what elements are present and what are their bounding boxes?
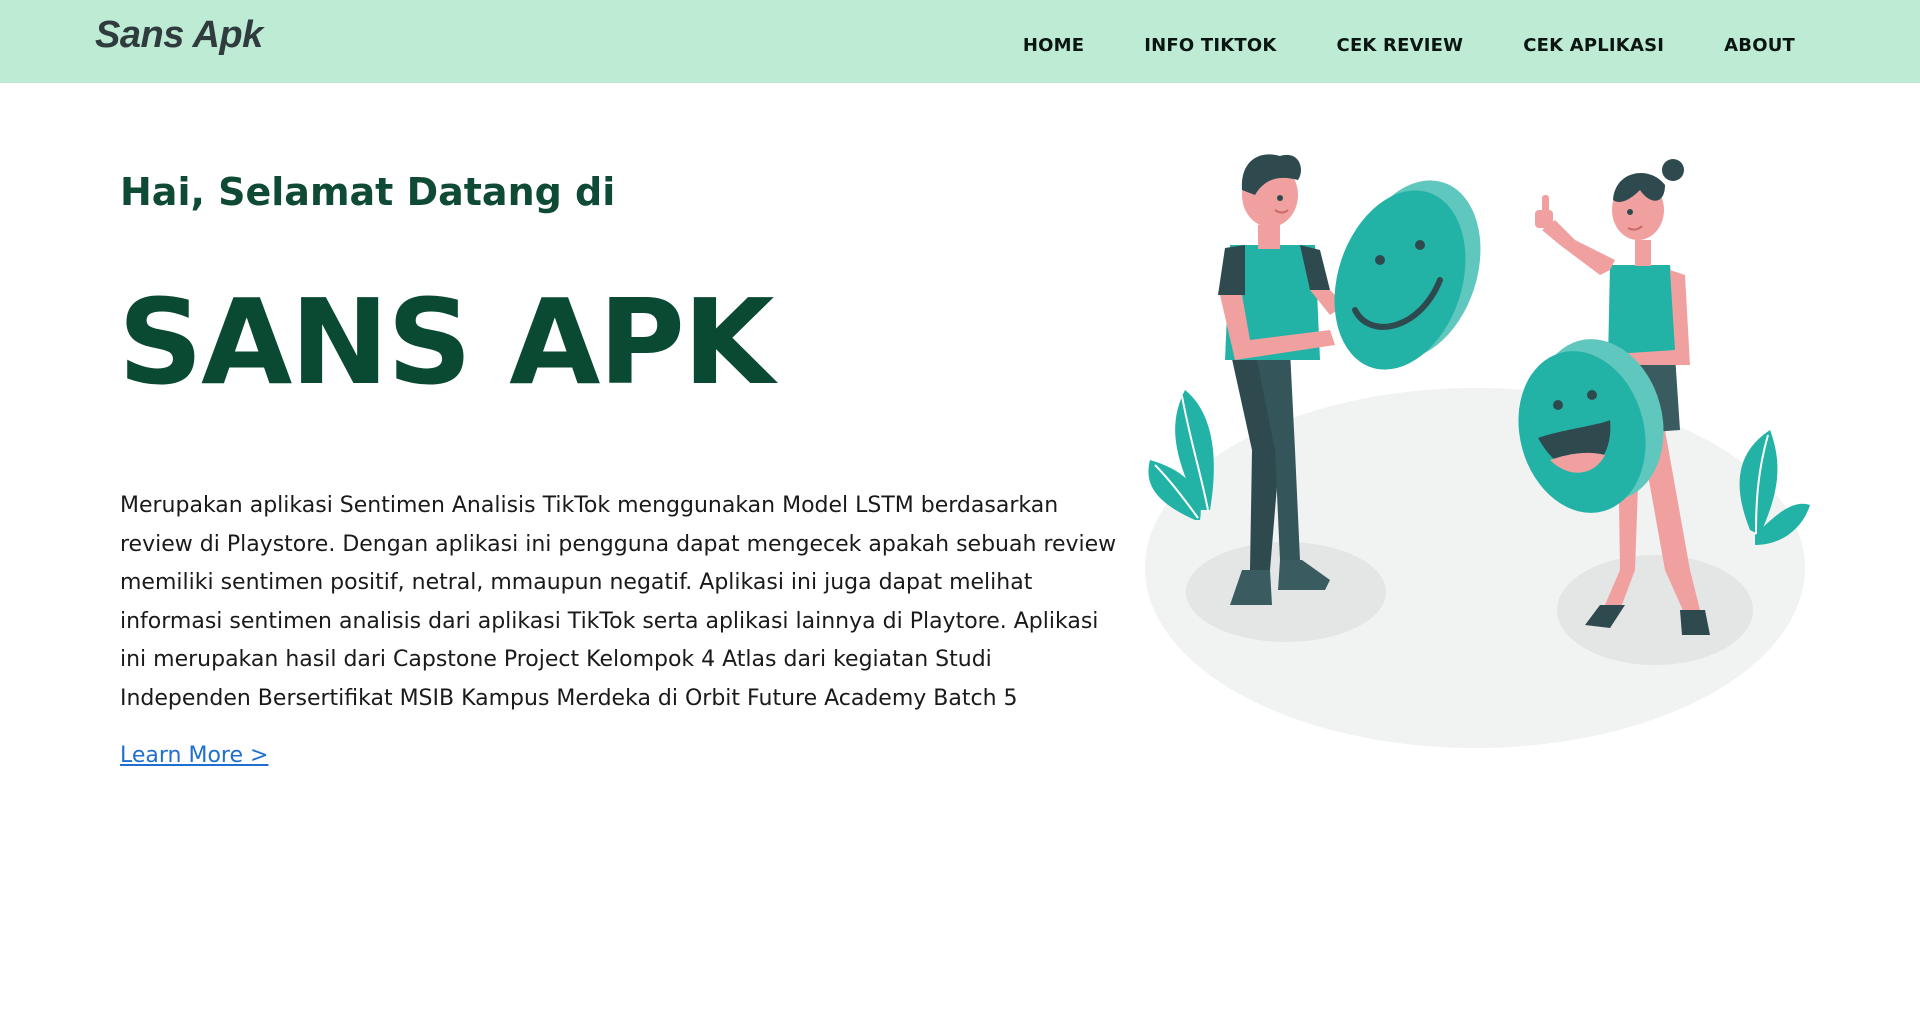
plant-right: [1739, 430, 1810, 545]
main-nav: HOME INFO TIKTOK CEK REVIEW CEK APLIKASI…: [963, 35, 1795, 56]
smiley-face-big: [1334, 180, 1481, 370]
brand-logo[interactable]: Sans Apk: [95, 14, 263, 57]
hero-illustration: [1130, 150, 1810, 760]
nav-home[interactable]: HOME: [1023, 35, 1084, 56]
top-navbar: Sans Apk HOME INFO TIKTOK CEK REVIEW CEK…: [0, 0, 1920, 83]
hero-greeting: Hai, Selamat Datang di: [120, 170, 616, 214]
nav-info-tiktok[interactable]: INFO TIKTOK: [1144, 35, 1276, 56]
plant-left: [1148, 390, 1214, 520]
hero-description: Merupakan aplikasi Sentimen Analisis Tik…: [120, 493, 1117, 711]
nav-cek-review[interactable]: CEK REVIEW: [1337, 35, 1464, 56]
learn-more-link[interactable]: Learn More >: [120, 743, 268, 768]
hero-title: SANS APK: [118, 273, 774, 411]
nav-cek-aplikasi[interactable]: CEK APLIKASI: [1523, 35, 1664, 56]
nav-about[interactable]: ABOUT: [1724, 35, 1795, 56]
people-with-smiley-faces-illustration: [1145, 154, 1810, 748]
